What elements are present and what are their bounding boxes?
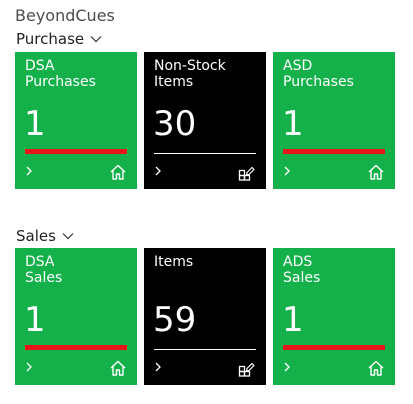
tile-label: Items — [154, 254, 260, 270]
tile-value: 1 — [24, 300, 46, 340]
tile-label-line1: Items — [154, 254, 194, 270]
tile-asd-purchases[interactable]: ASD Purchases 1 — [273, 52, 395, 189]
home-icon[interactable] — [109, 359, 127, 377]
grid-edit-icon[interactable] — [238, 163, 256, 181]
tile-dsa-sales[interactable]: DSA Sales 1 — [15, 248, 137, 385]
tile-value: 1 — [282, 104, 304, 144]
app-title: BeyondCues — [15, 6, 115, 25]
group-title: Purchase — [16, 30, 85, 48]
tile-label-line2: Purchases — [25, 74, 96, 90]
tile-label-line2: Sales — [283, 270, 321, 286]
tile-label-line2: Purchases — [283, 74, 354, 90]
red-indicator-bar — [25, 345, 127, 350]
chevron-right-icon[interactable] — [153, 164, 163, 178]
group-title: Sales — [16, 227, 56, 245]
tile-label-line1: DSA — [25, 58, 55, 74]
tile-value: 1 — [282, 300, 304, 340]
tile-label-line1: DSA — [25, 254, 55, 270]
tile-label-line1: Non-Stock — [154, 58, 226, 74]
tile-ads-sales[interactable]: ADS Sales 1 — [273, 248, 395, 385]
tile-label-line1: ASD — [283, 58, 313, 74]
divider — [154, 153, 256, 154]
red-indicator-bar — [25, 149, 127, 154]
tile-label: ASD Purchases — [283, 58, 389, 90]
chevron-right-icon[interactable] — [282, 360, 292, 374]
tile-value: 30 — [153, 104, 197, 144]
tile-items[interactable]: Items 59 — [144, 248, 266, 385]
group-header-sales[interactable]: Sales — [16, 227, 75, 245]
tile-label: ADS Sales — [283, 254, 389, 286]
chevron-right-icon[interactable] — [282, 164, 292, 178]
grid-edit-icon[interactable] — [238, 359, 256, 377]
red-indicator-bar — [283, 345, 385, 350]
tile-label: DSA Sales — [25, 254, 131, 286]
chevron-right-icon[interactable] — [24, 164, 34, 178]
tile-non-stock-items[interactable]: Non-Stock Items 30 — [144, 52, 266, 189]
chevron-down-icon — [89, 32, 103, 46]
tile-label-line2: Sales — [25, 270, 63, 286]
chevron-right-icon[interactable] — [24, 360, 34, 374]
tile-label-line2: Items — [154, 74, 194, 90]
tile-value: 1 — [24, 104, 46, 144]
home-icon[interactable] — [367, 163, 385, 181]
tile-dsa-purchases[interactable]: DSA Purchases 1 — [15, 52, 137, 189]
home-icon[interactable] — [367, 359, 385, 377]
home-icon[interactable] — [109, 163, 127, 181]
red-indicator-bar — [283, 149, 385, 154]
chevron-right-icon[interactable] — [153, 360, 163, 374]
chevron-down-icon — [61, 229, 75, 243]
tile-value: 59 — [153, 300, 197, 340]
divider — [154, 349, 256, 350]
group-header-purchase[interactable]: Purchase — [16, 30, 103, 48]
tile-label-line1: ADS — [283, 254, 313, 270]
purchase-tiles: DSA Purchases 1 Non-Stock Items 30 ASD P… — [15, 52, 395, 189]
tile-label: Non-Stock Items — [154, 58, 260, 90]
tile-label: DSA Purchases — [25, 58, 131, 90]
sales-tiles: DSA Sales 1 Items 59 ADS Sales 1 — [15, 248, 395, 385]
